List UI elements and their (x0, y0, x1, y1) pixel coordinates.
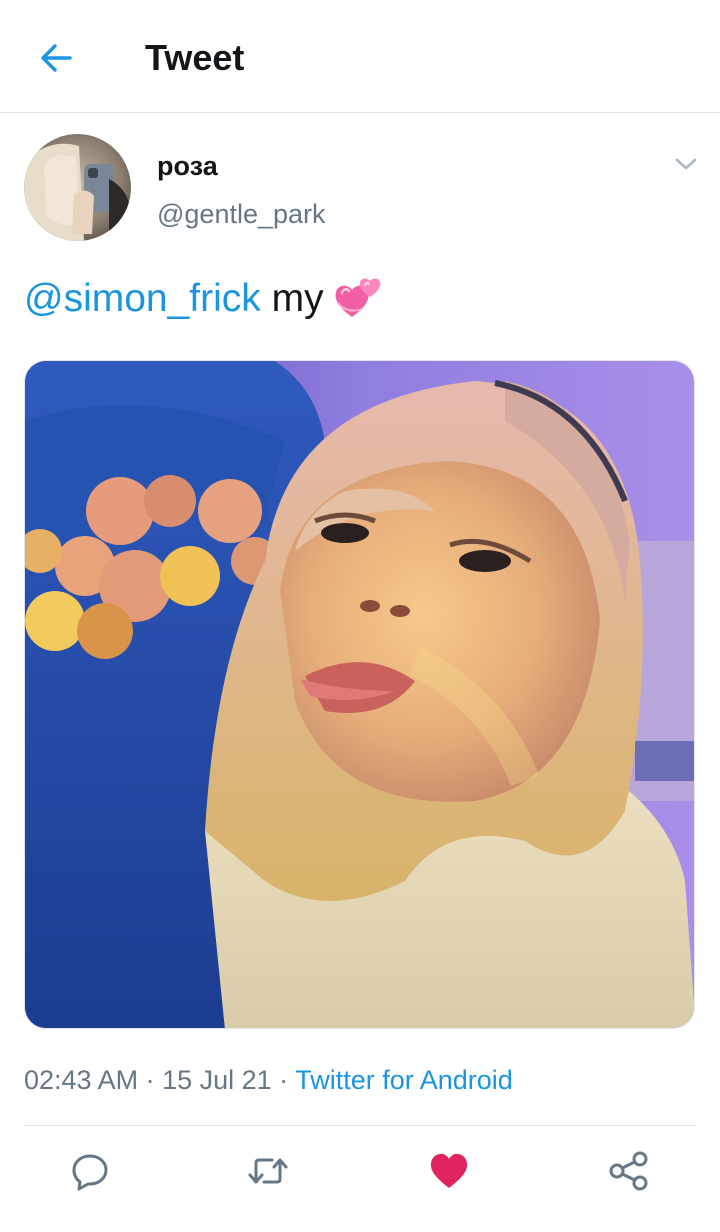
divider (24, 1125, 696, 1126)
back-button[interactable] (30, 34, 82, 82)
top-app-bar: Tweet (0, 0, 720, 113)
retweet-icon (248, 1158, 288, 1184)
tweet-source-link[interactable]: Twitter for Android (295, 1065, 513, 1095)
tweet-menu-button[interactable] (668, 148, 704, 180)
retweet-button[interactable] (245, 1148, 291, 1194)
share-icon (609, 1151, 648, 1191)
tweet-metadata: 02:43 AM · 15 Jul 21 · Twitter for Andro… (24, 1062, 513, 1098)
meta-separator: · (271, 1065, 296, 1095)
author-display-name[interactable]: роза (157, 150, 218, 182)
tweet-time: 02:43 AM (24, 1065, 139, 1095)
tweet-body: my (260, 277, 324, 320)
reply-icon (72, 1154, 108, 1191)
heart-icon (430, 1153, 468, 1188)
photo-image (25, 361, 694, 1028)
chevron-down-icon (675, 158, 697, 170)
tweet-date: 15 Jul 21 (162, 1065, 272, 1095)
avatar[interactable] (24, 134, 131, 241)
mention-link[interactable]: @simon_frick (24, 277, 261, 320)
like-button[interactable] (426, 1148, 472, 1194)
reply-button[interactable] (67, 1148, 113, 1194)
avatar-image (24, 134, 131, 241)
tweet-photo[interactable] (24, 360, 695, 1029)
arrow-left-icon (41, 44, 72, 72)
meta-separator: · (138, 1065, 163, 1095)
author-handle[interactable]: @gentle_park (157, 197, 326, 231)
two-hearts-emoji (332, 273, 384, 334)
page-title: Tweet (145, 37, 245, 78)
share-button[interactable] (606, 1148, 652, 1194)
tweet-text: @simon_frick my (24, 272, 384, 334)
